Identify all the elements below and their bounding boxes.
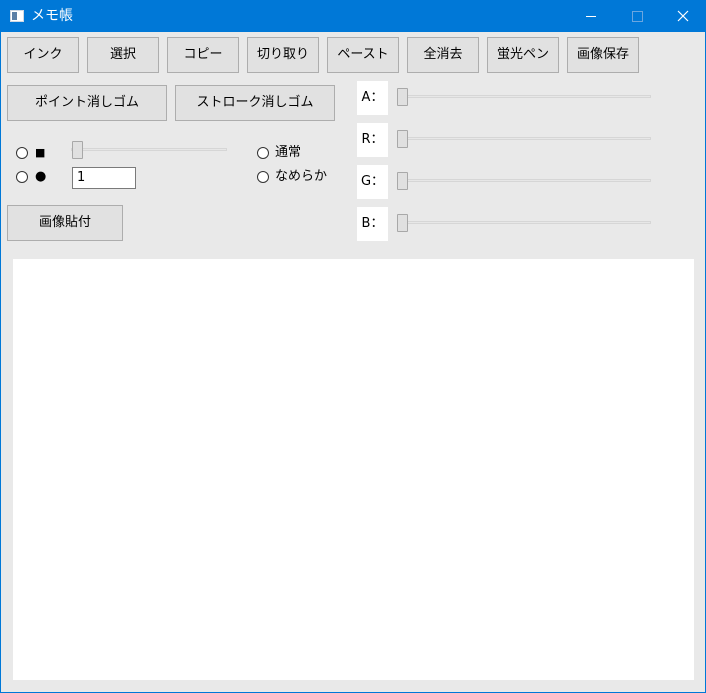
green-slider-thumb[interactable]: [397, 172, 408, 190]
select-button[interactable]: 選択: [87, 37, 159, 73]
window-title: メモ帳: [31, 8, 73, 24]
clear-all-button[interactable]: 全消去: [407, 37, 479, 73]
smooth-smoothing-radio[interactable]: [257, 171, 269, 183]
highlighter-button[interactable]: 蛍光ペン: [487, 37, 559, 73]
point-eraser-button[interactable]: ポイント消しゴム: [7, 85, 167, 121]
paste-button[interactable]: ペースト: [327, 37, 399, 73]
red-slider-thumb[interactable]: [397, 130, 408, 148]
square-tip-radio[interactable]: [16, 147, 28, 159]
alpha-slider-thumb[interactable]: [397, 88, 408, 106]
maximize-button[interactable]: [614, 1, 660, 32]
stroke-eraser-button[interactable]: ストローク消しゴム: [175, 85, 335, 121]
normal-smoothing-label: 通常: [275, 145, 302, 160]
pen-size-input[interactable]: 1: [72, 167, 136, 189]
alpha-slider-track[interactable]: [397, 95, 651, 98]
paste-image-button[interactable]: 画像貼付: [7, 205, 123, 241]
green-label: G：: [357, 165, 388, 199]
normal-smoothing-radio[interactable]: [257, 147, 269, 159]
minimize-button[interactable]: [568, 1, 614, 32]
save-image-button[interactable]: 画像保存: [567, 37, 639, 73]
smooth-smoothing-label: なめらか: [275, 169, 328, 184]
round-tip-radio[interactable]: [16, 171, 28, 183]
close-button[interactable]: [660, 1, 706, 32]
cut-button[interactable]: 切り取り: [247, 37, 319, 73]
ink-canvas[interactable]: [13, 259, 694, 680]
ink-button[interactable]: インク: [7, 37, 79, 73]
red-slider-track[interactable]: [397, 137, 651, 140]
alpha-label: A：: [357, 81, 388, 115]
red-label: R：: [357, 123, 388, 157]
title-bar[interactable]: メモ帳: [1, 1, 705, 32]
pen-size-slider-thumb[interactable]: [72, 141, 83, 159]
blue-slider-track[interactable]: [397, 221, 651, 224]
round-tip-label: ●: [35, 169, 47, 184]
pen-size-slider-track[interactable]: [71, 148, 227, 151]
copy-button[interactable]: コピー: [167, 37, 239, 73]
blue-label: B：: [357, 207, 388, 241]
close-icon: [677, 10, 689, 22]
app-icon: [10, 10, 24, 22]
square-tip-label: ■: [35, 146, 46, 159]
green-slider-track[interactable]: [397, 179, 651, 182]
blue-slider-thumb[interactable]: [397, 214, 408, 232]
app-window: メモ帳 インク 選択 コピー 切り取り ペースト 全消去 蛍光ペン 画像保存 ポ…: [0, 0, 706, 693]
